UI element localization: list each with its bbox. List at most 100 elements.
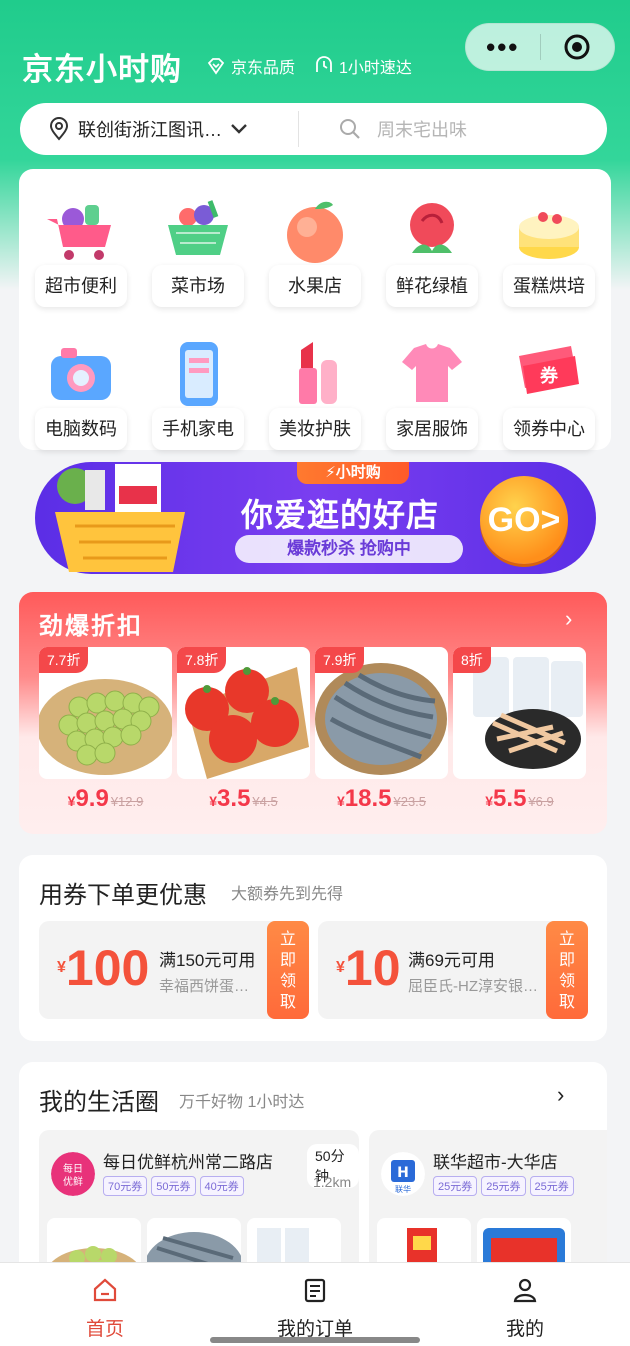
chevron-down-icon bbox=[231, 124, 247, 134]
category-item-home-clothing[interactable]: 家居服饰 bbox=[386, 338, 478, 450]
coupon-chip: 50元券 bbox=[151, 1176, 196, 1196]
category-item-flowers-plants[interactable]: 鲜花绿植 bbox=[386, 195, 478, 307]
price-original: ¥6.9 bbox=[528, 794, 554, 809]
coupon-amount: ¥100 bbox=[57, 939, 149, 997]
category-item-computers-digital[interactable]: 电脑数码 bbox=[35, 338, 127, 450]
price-original: ¥23.5 bbox=[393, 794, 427, 809]
price-currency: ¥ bbox=[485, 793, 494, 809]
discount-badge: 8折 bbox=[453, 647, 491, 673]
claim-coupon-button[interactable]: 立即领取 bbox=[546, 921, 588, 1019]
coupons-subtitle: 大额券先到先得 bbox=[231, 886, 344, 903]
miniapp-capsule: ••• bbox=[465, 23, 615, 71]
close-miniapp-button[interactable] bbox=[541, 33, 615, 61]
store-card[interactable]: 每日 优鲜 每日优鲜杭州常二路店 70元券 50元券 40元券 50分钟 1.2k… bbox=[39, 1130, 359, 1262]
fast-tag: 1小时速达 bbox=[314, 54, 412, 78]
hot-deals-section: 劲爆折扣 › 7.7折 ¥9.9 ¥12.9 7.8折 ¥3.5 ¥4.5 7.… bbox=[19, 592, 607, 834]
grocery-basket-icon bbox=[55, 464, 185, 572]
category-label: 家居服饰 bbox=[386, 408, 478, 450]
coupon-value: 10 bbox=[344, 940, 401, 996]
price-original: ¥12.9 bbox=[110, 794, 144, 809]
product-thumb[interactable] bbox=[377, 1218, 471, 1262]
coupon-chip: 25元券 bbox=[433, 1176, 478, 1196]
product-thumb[interactable] bbox=[247, 1218, 341, 1262]
life-circle-section: 我的生活圈 万千好物 1小时达 › 每日 优鲜 每日优鲜杭州常二路店 70元券 5… bbox=[19, 1062, 607, 1262]
coupon-amount: ¥10 bbox=[336, 939, 401, 997]
store-logo-mark: H bbox=[397, 1165, 409, 1181]
home-indicator bbox=[210, 1337, 420, 1343]
claim-coupon-button[interactable]: 立即领取 bbox=[267, 921, 309, 1019]
coupons-section: 用券下单更优惠 大额券先到先得 ¥100 满150元可用 幸福西饼蛋… 立即领取… bbox=[19, 855, 607, 1041]
deal-price: ¥3.5 ¥4.5 bbox=[177, 785, 310, 813]
deal-image: 8折 bbox=[453, 647, 586, 779]
coupon-card: ¥10 满69元可用 屈臣氏-HZ淳安银… 立即领取 bbox=[318, 921, 588, 1019]
location-text: 联创街浙江图讯… bbox=[78, 120, 222, 140]
store-product-thumbs bbox=[377, 1218, 571, 1262]
category-label: 超市便利 bbox=[35, 265, 127, 307]
deal-item[interactable]: 7.7折 ¥9.9 ¥12.9 bbox=[39, 647, 172, 813]
price-current: 3.5 bbox=[217, 785, 251, 812]
banner-ribbon: ⚡小时购 bbox=[297, 462, 409, 484]
category-label: 鲜花绿植 bbox=[386, 265, 478, 307]
deals-more-arrow[interactable]: › bbox=[565, 606, 572, 632]
header: 京东小时购 京东品质 1小时速达 ••• bbox=[0, 0, 630, 100]
tab-home[interactable]: 首页 bbox=[0, 1263, 210, 1346]
discount-badge: 7.7折 bbox=[39, 647, 89, 673]
brand-title: 京东小时购 bbox=[22, 52, 182, 87]
deal-image: 7.7折 bbox=[39, 647, 172, 779]
banner-subtitle: 爆款秒杀 抢购中 bbox=[235, 535, 463, 563]
product-thumb[interactable] bbox=[477, 1218, 571, 1262]
coupons-title: 用券下单更优惠 bbox=[39, 882, 207, 909]
store-name: 联华超市-大华店 bbox=[433, 1153, 558, 1172]
banner-go-button[interactable]: GO> bbox=[480, 476, 568, 564]
more-button[interactable]: ••• bbox=[466, 23, 540, 71]
deal-item[interactable]: 7.9折 ¥18.5 ¥23.5 bbox=[315, 647, 448, 813]
deal-item[interactable]: 7.8折 ¥3.5 ¥4.5 bbox=[177, 647, 310, 813]
location-search-bar: 联创街浙江图讯… 周末宅出味 bbox=[20, 103, 607, 155]
user-icon bbox=[513, 1278, 537, 1303]
life-more-arrow[interactable]: › bbox=[557, 1082, 564, 1108]
category-item-cake-bakery[interactable]: 蛋糕烘培 bbox=[503, 195, 595, 307]
tab-orders[interactable]: 我的订单 bbox=[210, 1263, 420, 1346]
deal-price: ¥5.5 ¥6.9 bbox=[453, 785, 586, 813]
deal-item[interactable]: 8折 ¥5.5 ¥6.9 bbox=[453, 647, 586, 813]
coupon-currency: ¥ bbox=[57, 959, 66, 976]
category-label: 手机家电 bbox=[152, 408, 244, 450]
category-item-coupon-center[interactable]: 券 领券中心 bbox=[503, 338, 595, 450]
store-card[interactable]: H 联华 联华超市-大华店 25元券 25元券 25元券 bbox=[369, 1130, 607, 1262]
category-label: 电脑数码 bbox=[35, 408, 127, 450]
category-item-supermarket[interactable]: 超市便利 bbox=[35, 195, 127, 307]
category-grid: 超市便利 菜市场 水果店 鲜花绿植 蛋糕烘培 电脑数码 手机家电 美妆护肤 家居… bbox=[19, 169, 611, 450]
promo-banner[interactable]: ⚡小时购 你爱逛的好店 爆款秒杀 抢购中 GO> bbox=[35, 462, 596, 574]
category-item-fruit-store[interactable]: 水果店 bbox=[269, 195, 361, 307]
price-original: ¥4.5 bbox=[252, 794, 278, 809]
coupon-value: 100 bbox=[65, 940, 150, 996]
store-coupon-chips: 25元券 25元券 25元券 bbox=[433, 1176, 574, 1196]
product-thumb[interactable] bbox=[147, 1218, 241, 1262]
shopping-cart-icon bbox=[41, 195, 121, 267]
deal-price: ¥18.5 ¥23.5 bbox=[315, 785, 448, 813]
location-selector[interactable]: 联创街浙江图讯… bbox=[20, 116, 298, 142]
store-logo-text: 联华 bbox=[395, 1184, 411, 1194]
coupon-store: 幸福西饼蛋… bbox=[159, 978, 250, 995]
search-input[interactable]: 周末宅出味 bbox=[299, 116, 607, 142]
category-label: 菜市场 bbox=[152, 265, 244, 307]
quality-tag-text: 京东品质 bbox=[231, 60, 296, 77]
peach-icon bbox=[275, 195, 355, 267]
search-icon bbox=[340, 119, 360, 139]
category-item-vegetable-market[interactable]: 菜市场 bbox=[152, 195, 244, 307]
vegetable-basket-icon bbox=[158, 195, 238, 267]
category-item-beauty-skincare[interactable]: 美妆护肤 bbox=[269, 338, 361, 450]
category-label: 水果店 bbox=[269, 265, 361, 307]
price-currency: ¥ bbox=[336, 793, 345, 809]
tab-me[interactable]: 我的 bbox=[420, 1263, 630, 1346]
category-item-phones-appliances[interactable]: 手机家电 bbox=[152, 338, 244, 450]
store-logo: 每日优鲜 bbox=[51, 1152, 95, 1196]
product-thumb[interactable] bbox=[47, 1218, 141, 1262]
store-name: 每日优鲜杭州常二路店 bbox=[103, 1153, 273, 1172]
tab-label: 首页 bbox=[85, 1319, 124, 1340]
svg-text:券: 券 bbox=[539, 365, 559, 387]
store-product-thumbs bbox=[47, 1218, 341, 1262]
store-logo-text-bottom: 优鲜 bbox=[63, 1175, 83, 1188]
store-logo: H 联华 bbox=[381, 1152, 425, 1196]
coupon-chip: 25元券 bbox=[529, 1176, 574, 1196]
